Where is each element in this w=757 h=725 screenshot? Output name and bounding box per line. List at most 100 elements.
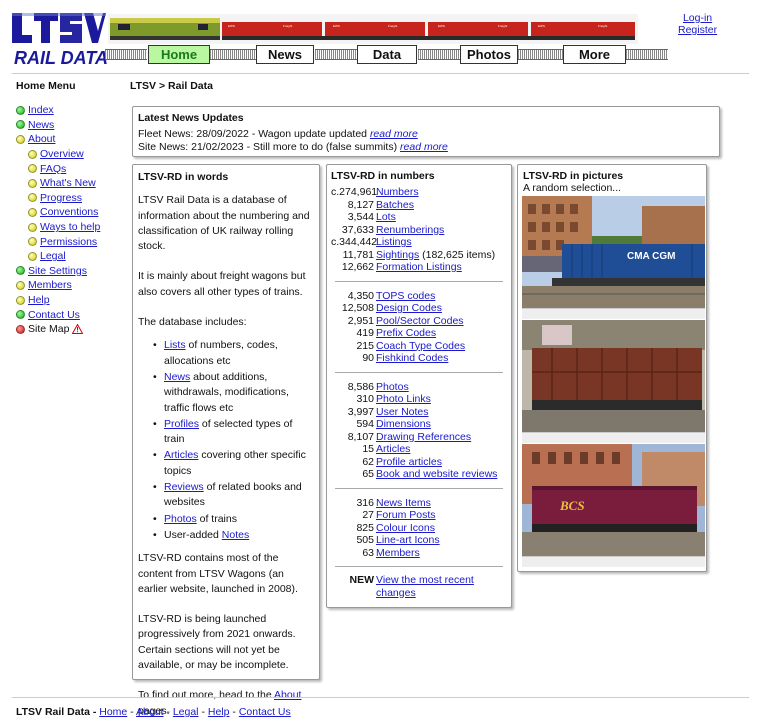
stat-link-fishkind-codes[interactable]: Fishkind Codes: [376, 352, 448, 365]
photo-bcs-wagon[interactable]: BCS: [522, 444, 705, 567]
menu-item-label: Site Map: [28, 323, 70, 336]
stat-link-photo-links[interactable]: Photo Links: [376, 393, 431, 406]
menu-item-contact-us[interactable]: Contact Us: [16, 307, 126, 322]
stat-link-listings[interactable]: Listings: [376, 236, 412, 249]
menu-item-label[interactable]: Members: [28, 278, 72, 292]
stat-count: 3,997: [347, 405, 374, 418]
footer-contact-link[interactable]: Contact Us: [239, 706, 291, 718]
stat-link-renumberings[interactable]: Renumberings: [376, 224, 444, 237]
menu-item-ways-to-help[interactable]: Ways to help: [16, 220, 126, 235]
menu-item-label[interactable]: Progress: [40, 191, 82, 205]
footer-help-link[interactable]: Help: [208, 706, 230, 718]
about-link[interactable]: About: [274, 689, 301, 701]
container-lettering: CMA CGM: [627, 251, 676, 262]
includes-link-reviews[interactable]: Reviews: [164, 481, 204, 493]
stat-link-photos[interactable]: Photos: [376, 381, 409, 394]
ltsv-logo[interactable]: [10, 10, 106, 45]
news-text: Site News: 21/02/2023 - Still more to do…: [138, 141, 401, 153]
news-line-site: Site News: 21/02/2023 - Still more to do…: [138, 141, 714, 154]
stat-link-members[interactable]: Members: [376, 547, 420, 560]
stat-link-pool-sector-codes[interactable]: Pool/Sector Codes: [376, 315, 464, 328]
includes-link-photos[interactable]: Photos: [164, 513, 197, 525]
stat-link-news-items[interactable]: News Items: [376, 497, 431, 510]
stat-link-colour-icons[interactable]: Colour Icons: [376, 522, 435, 535]
site-read-more-link[interactable]: read more: [400, 141, 448, 153]
menu-item-label[interactable]: Ways to help: [40, 220, 100, 234]
includes-link-articles[interactable]: Articles: [164, 449, 198, 461]
includes-link-lists[interactable]: Lists: [164, 339, 186, 351]
numbers-panel: LTSV-RD in numbers c.274,961 Numbers 8,127…: [326, 164, 512, 608]
menu-item-label[interactable]: News: [28, 118, 54, 132]
nav-news[interactable]: News: [256, 45, 314, 64]
register-link[interactable]: Register: [678, 24, 717, 36]
stat-link-design-codes[interactable]: Design Codes: [376, 302, 442, 315]
stat-link-forum-posts[interactable]: Forum Posts: [376, 509, 436, 522]
menu-item-site-settings[interactable]: Site Settings: [16, 264, 126, 279]
menu-item-label[interactable]: Index: [28, 103, 54, 117]
status-dot-icon: [16, 105, 25, 115]
nav-more[interactable]: More: [563, 45, 626, 64]
menu-item-conventions[interactable]: Conventions: [16, 205, 126, 220]
menu-item-news[interactable]: News: [16, 118, 126, 133]
menu-item-label[interactable]: Help: [28, 293, 50, 307]
stat-link-tops-codes[interactable]: TOPS codes: [376, 290, 435, 303]
stat-link-lots[interactable]: Lots: [376, 211, 396, 224]
stat-count: 825: [356, 521, 374, 534]
stat-link-line-art-icons[interactable]: Line-art Icons: [376, 534, 440, 547]
menu-item-index[interactable]: Index: [16, 103, 126, 118]
svg-text:Freight: Freight: [283, 24, 293, 28]
nav-home[interactable]: Home: [148, 45, 210, 64]
menu-item-label[interactable]: Conventions: [40, 205, 98, 219]
footer-about-link[interactable]: About: [136, 706, 163, 718]
menu-item-label[interactable]: About: [28, 132, 55, 146]
stat-row: 37,633 Renumberings: [331, 224, 507, 237]
stat-link-numbers[interactable]: Numbers: [376, 186, 419, 199]
menu-item-label[interactable]: Overview: [40, 147, 84, 161]
menu-item-label[interactable]: Legal: [40, 249, 66, 263]
header-divider: [12, 73, 749, 74]
stat-link-sightings[interactable]: Sightings: [376, 249, 419, 262]
fleet-read-more-link[interactable]: read more: [370, 128, 418, 140]
stat-link-formation-listings[interactable]: Formation Listings: [376, 261, 462, 274]
stat-row: 825 Colour Icons: [331, 522, 507, 535]
photo-container-wagon[interactable]: CMA CGM: [522, 196, 705, 319]
stat-link-profile-articles[interactable]: Profile articles: [376, 456, 442, 469]
stat-row: 27 Forum Posts: [331, 509, 507, 522]
login-link[interactable]: Log-in: [683, 12, 712, 24]
menu-item-help[interactable]: Help: [16, 293, 126, 308]
menu-item-legal[interactable]: Legal: [16, 249, 126, 264]
includes-link-profiles[interactable]: Profiles: [164, 418, 199, 430]
nav-photos[interactable]: Photos: [460, 45, 518, 64]
recent-changes-link[interactable]: View the most recent changes: [376, 574, 507, 599]
menu-item-progress[interactable]: Progress: [16, 191, 126, 206]
stat-link-dimensions[interactable]: Dimensions: [376, 418, 431, 431]
stat-link-coach-type-codes[interactable]: Coach Type Codes: [376, 340, 465, 353]
footer-legal-link[interactable]: Legal: [173, 706, 199, 718]
stat-link-user-notes[interactable]: User Notes: [376, 406, 429, 419]
svg-text:EWS: EWS: [538, 24, 545, 28]
stat-link-drawing-references[interactable]: Drawing References: [376, 431, 471, 444]
footer-home-link[interactable]: Home: [99, 706, 127, 718]
includes-link-notes[interactable]: Notes: [222, 529, 249, 541]
menu-item-members[interactable]: Members: [16, 278, 126, 293]
menu-item-label[interactable]: Site Settings: [28, 264, 87, 278]
stat-row: 419 Prefix Codes: [331, 327, 507, 340]
nav-data[interactable]: Data: [357, 45, 417, 64]
menu-item-label[interactable]: Permissions: [40, 235, 97, 249]
menu-item-label[interactable]: Contact Us: [28, 308, 80, 322]
includes-link-news[interactable]: News: [164, 371, 190, 383]
stat-link-batches[interactable]: Batches: [376, 199, 414, 212]
menu-item-label[interactable]: FAQs: [40, 162, 66, 176]
menu-item-faqs[interactable]: FAQs: [16, 161, 126, 176]
menu-item-about[interactable]: About: [16, 132, 126, 147]
stat-row: 215 Coach Type Codes: [331, 340, 507, 353]
menu-item-overview[interactable]: Overview: [16, 147, 126, 162]
photo-box-wagon[interactable]: [522, 320, 705, 443]
stat-count: 37,633: [341, 223, 374, 236]
menu-item-permissions[interactable]: Permissions: [16, 234, 126, 249]
menu-item-label[interactable]: What's New: [40, 176, 96, 190]
menu-item-what-s-new[interactable]: What's New: [16, 176, 126, 191]
stat-link-prefix-codes[interactable]: Prefix Codes: [376, 327, 436, 340]
stat-link-articles[interactable]: Articles: [376, 443, 410, 456]
stat-link-book-and-website-reviews[interactable]: Book and website reviews: [376, 468, 497, 481]
